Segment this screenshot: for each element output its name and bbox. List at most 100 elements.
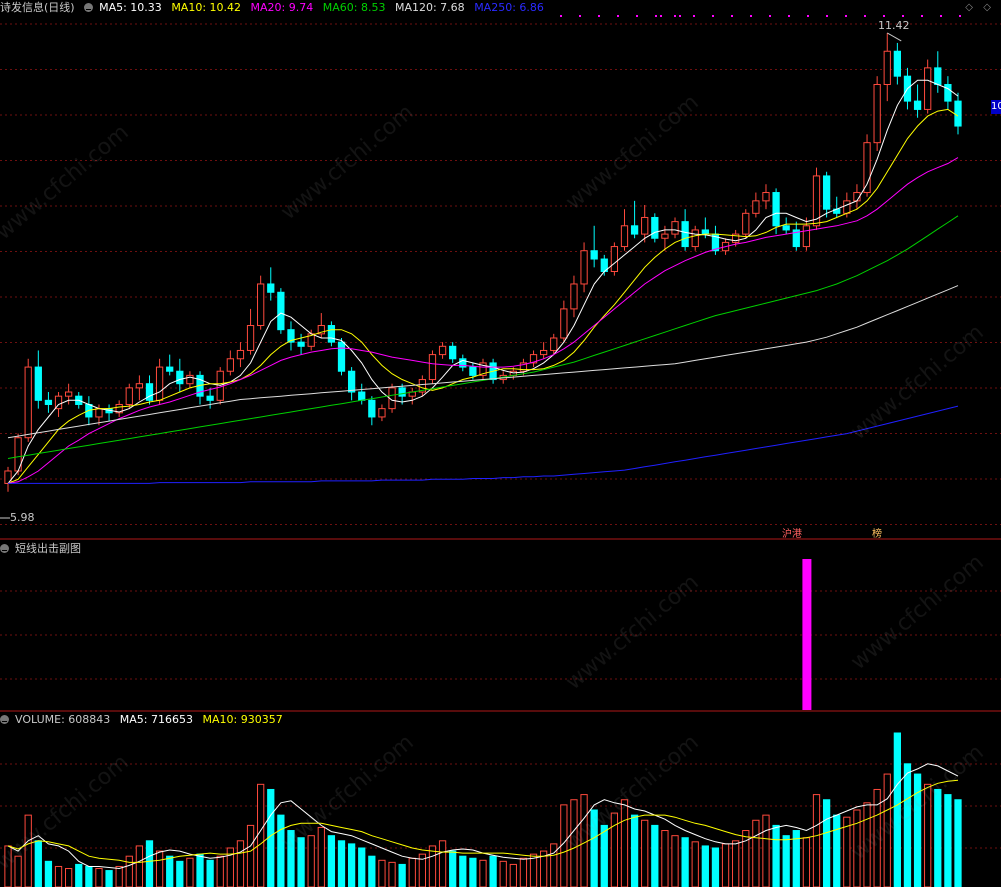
candle-down [651,216,659,239]
candle-down [347,370,356,393]
volume-bar [317,826,325,887]
marker-dot [940,15,942,17]
ma20-value: MA20: 9.74 [250,1,314,14]
volume-bar [105,870,113,887]
candle-up [580,250,588,285]
candle-up [257,283,265,327]
stock-chart-canvas[interactable] [0,0,1001,887]
marker-dot [560,15,562,17]
candle-down [469,366,477,376]
candle-down [954,100,962,127]
stock-title: 诗发信息(日线) [0,1,75,14]
candle-up [762,192,770,202]
volume-bar [772,824,780,887]
volume-bar [711,847,720,887]
candle-up [378,408,386,418]
volume-bar [358,847,366,887]
volume-bar [145,840,154,887]
ma10-value: MA10: 10.42 [171,1,242,14]
candle-up [671,221,679,235]
candle-up [550,337,558,351]
high-marker [887,32,902,42]
volume-bar [95,868,103,887]
candle-down [681,221,689,248]
candle-up [24,366,32,439]
candle-down [398,387,406,397]
tag-hugang[interactable]: 沪港 [782,525,802,540]
volume-bar [782,835,790,887]
restore-icon[interactable]: ◇ [983,2,991,13]
ma5-line [7,79,959,484]
ma250-value: MA250: 6.86 [474,1,544,14]
candle-up [802,225,811,248]
volume-bar [469,857,477,887]
volume-bar [155,850,164,887]
volume-bar [944,794,952,887]
volume-bar [691,841,699,887]
volume-bar [378,859,386,887]
candle-down [358,391,366,401]
vol-settings-icon[interactable] [0,715,9,724]
candle-down [913,100,922,110]
volume-bar [681,837,689,887]
candle-up [95,408,103,418]
candle-up [873,83,881,144]
candle-down [44,399,53,405]
volume-bar [125,855,133,887]
volume-bar [236,840,245,887]
volume-bar [630,814,639,887]
volume-bar [85,865,93,887]
collapse-icon[interactable]: ◇ [965,2,973,13]
volume-bar [428,845,437,887]
candle-up [155,366,164,401]
marker-dot [674,15,676,17]
marker-dot [959,15,961,17]
volume-bar [519,857,528,887]
candle-down [944,83,952,102]
candle-down [206,395,214,401]
volume-bar [327,835,336,887]
candle-down [822,175,831,210]
marker-dot [864,15,866,17]
marker-dot [750,15,752,17]
volume-bar [115,865,123,887]
volume-title: VOLUME: 608843 [15,713,111,726]
volume-bar [388,861,396,887]
volume-bar [479,859,487,887]
volume-bar [438,840,447,887]
volume-bar [843,816,851,887]
candle-down [772,192,780,227]
volume-bar [459,855,467,887]
candle-down [368,399,376,418]
candle-down [590,250,598,260]
candle-up [438,345,447,356]
ma250-line [8,405,959,484]
volume-bar [641,819,649,887]
candle-down [327,325,336,343]
volume-bar [257,783,265,887]
volume-bar [176,860,184,887]
marker-dot [845,15,847,17]
candle-up [661,233,669,239]
candle-up [742,212,750,235]
marker-dot [769,15,771,17]
candle-up [246,325,255,351]
settings-circle-icon[interactable] [84,3,94,12]
candle-up [752,200,760,214]
volume-bar [651,824,659,887]
sub-settings-icon[interactable] [0,544,9,553]
high-price-label: 11.42 [878,19,910,32]
marker-dot [598,15,600,17]
candle-up [4,470,12,484]
sub-panel-title: 短线出击副图 [15,542,81,555]
volume-bar [833,814,841,887]
volume-bar [509,863,517,887]
candle-up [883,50,891,85]
volume-bar [529,853,538,887]
candle-down [267,283,275,293]
tag-bang[interactable]: 榜 [872,525,882,540]
volume-bar [398,863,406,887]
marker-dot [655,15,657,17]
volume-bar [408,857,416,887]
volume-bar [44,860,53,887]
